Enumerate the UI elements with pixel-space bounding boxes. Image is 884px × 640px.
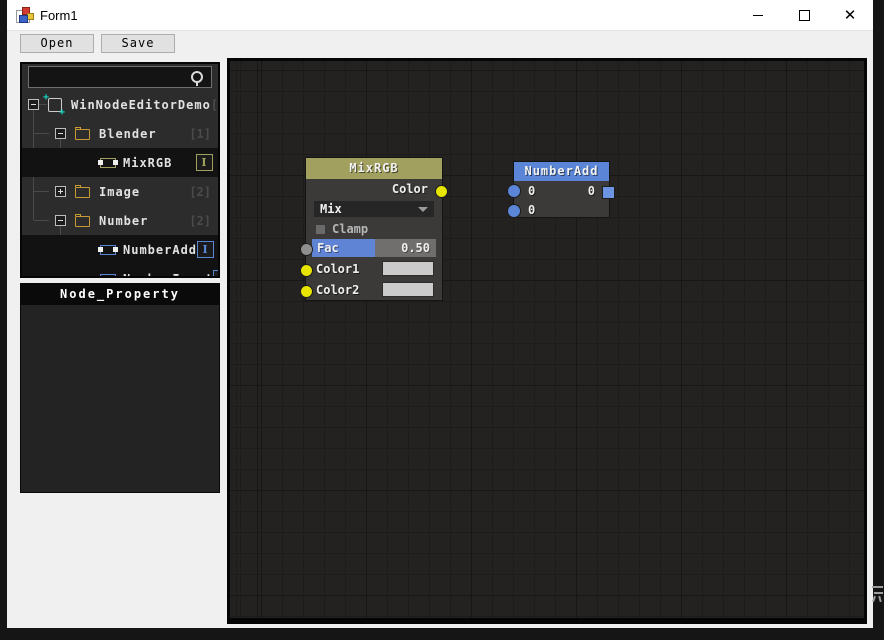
- numberadd-input1-socket[interactable]: [507, 184, 521, 198]
- mixrgb-color2-input-socket[interactable]: [300, 285, 313, 298]
- blend-mode-dropdown[interactable]: Mix: [314, 201, 434, 217]
- maximize-button[interactable]: [781, 0, 827, 30]
- expand-icon[interactable]: [55, 186, 66, 197]
- sidebar-item-image[interactable]: Image [2]: [22, 177, 218, 206]
- minimize-icon: [753, 14, 763, 16]
- close-icon: ✕: [843, 5, 857, 24]
- color2-row: Color2: [316, 280, 434, 299]
- add-node-icon-button[interactable]: [197, 241, 215, 258]
- color2-label: Color2: [316, 282, 360, 297]
- app-icon: [16, 7, 34, 23]
- node-numberadd[interactable]: NumberAdd 0 0 0: [507, 161, 615, 218]
- mixrgb-node-icon: [98, 157, 118, 168]
- app-window: Form1 ✕ Open Save WinNodeEditorDemo: [7, 0, 873, 628]
- numberadd-input2-socket[interactable]: [507, 204, 521, 218]
- minimize-button[interactable]: [735, 0, 781, 30]
- mixrgb-output-label: Color: [391, 182, 428, 196]
- numberadd-output-value: 0: [587, 184, 595, 198]
- blend-mode-value: Mix: [320, 202, 342, 216]
- save-button[interactable]: Save: [101, 34, 175, 53]
- color2-swatch[interactable]: [382, 282, 434, 297]
- node-numberadd-title[interactable]: NumberAdd: [514, 162, 609, 181]
- node-property-title: Node_Property: [21, 284, 219, 305]
- add-node-icon-button[interactable]: [213, 270, 218, 276]
- mixrgb-fac-input-socket[interactable]: [300, 243, 313, 256]
- sidebar-item-blender[interactable]: Blender [1]: [22, 119, 218, 148]
- tree-item-label: Blender: [99, 126, 157, 141]
- numberadd-output-socket[interactable]: [602, 186, 615, 199]
- color1-row: Color1: [316, 259, 434, 278]
- window-title: Form1: [40, 7, 78, 23]
- window-controls: ✕: [735, 0, 873, 30]
- node-mixrgb[interactable]: MixRGB Color Mix Clamp Fac 0.50 Color1 C…: [300, 157, 448, 301]
- mixrgb-color1-input-socket[interactable]: [300, 264, 313, 277]
- color1-label: Color1: [316, 261, 360, 276]
- tree-item-label: WinNodeEditorDemo: [71, 97, 211, 112]
- folder-icon: [75, 184, 90, 198]
- fac-slider-fill: Fac: [312, 239, 376, 257]
- fac-value: 0.50: [401, 241, 430, 255]
- child-count-badge: [2]: [189, 184, 211, 199]
- titlebar: Form1 ✕: [7, 0, 873, 31]
- clamp-checkbox[interactable]: [316, 224, 325, 234]
- folder-icon: [75, 126, 90, 140]
- desktop-icon-text-fragment: [872, 585, 884, 603]
- child-count-badge: [2]: [189, 213, 211, 228]
- sidebar-item-winnodeeditordemo[interactable]: WinNodeEditorDemo [10]: [22, 90, 218, 119]
- numberadd-input1-value: 0: [528, 184, 536, 198]
- node-mixrgb-title[interactable]: MixRGB: [306, 158, 442, 179]
- clamp-label: Clamp: [332, 222, 369, 236]
- sidebar-item-number[interactable]: Number [2]: [22, 206, 218, 235]
- clamp-option: Clamp: [316, 220, 368, 238]
- open-button[interactable]: Open: [20, 34, 94, 53]
- collapse-icon[interactable]: [55, 128, 66, 139]
- chevron-down-icon: [418, 206, 428, 212]
- tree-search-input[interactable]: [29, 68, 211, 88]
- color1-swatch[interactable]: [382, 261, 434, 276]
- fac-slider[interactable]: Fac 0.50: [312, 239, 436, 257]
- node-property-panel: Node_Property: [20, 283, 220, 493]
- fac-label: Fac: [317, 241, 339, 255]
- maximize-icon: [798, 9, 810, 21]
- search-icon: [191, 71, 203, 86]
- tree-item-label: Image: [99, 184, 141, 199]
- fac-slider-track: 0.50: [375, 239, 436, 257]
- numberadd-input2-value: 0: [528, 203, 536, 217]
- numberadd-node-icon: [98, 244, 118, 255]
- collapse-icon[interactable]: [55, 215, 66, 226]
- tree-item-label: MixRGB: [123, 155, 173, 170]
- numberinput-node-icon: [100, 273, 116, 276]
- child-count-badge: [10]: [210, 97, 219, 112]
- sidebar-item-mixrgb[interactable]: MixRGB: [22, 148, 218, 177]
- child-count-badge: [1]: [189, 126, 211, 141]
- mixrgb-color-output-socket[interactable]: [435, 185, 448, 198]
- sidebar-item-numberadd[interactable]: NumberAdd: [22, 235, 218, 264]
- tree-item-label: NumberInput: [123, 272, 213, 277]
- desktop: { "titlebar": { "title": "Form1" }, "too…: [0, 0, 884, 640]
- node-editor-icon: [43, 92, 66, 118]
- tree-item-label: Number: [99, 213, 149, 228]
- close-button[interactable]: ✕: [827, 0, 873, 30]
- sidebar-item-numberinput[interactable]: NumberInput: [22, 264, 218, 277]
- add-node-icon-button[interactable]: [196, 154, 213, 171]
- tree-item-label: NumberAdd: [123, 242, 198, 257]
- folder-icon: [75, 213, 90, 227]
- tree-search-box: [28, 66, 212, 88]
- collapse-icon[interactable]: [28, 99, 39, 110]
- node-tree-panel: WinNodeEditorDemo [10] Blender [1] MixRG…: [20, 62, 220, 278]
- node-canvas[interactable]: MixRGB Color Mix Clamp Fac 0.50 Color1 C…: [227, 58, 867, 624]
